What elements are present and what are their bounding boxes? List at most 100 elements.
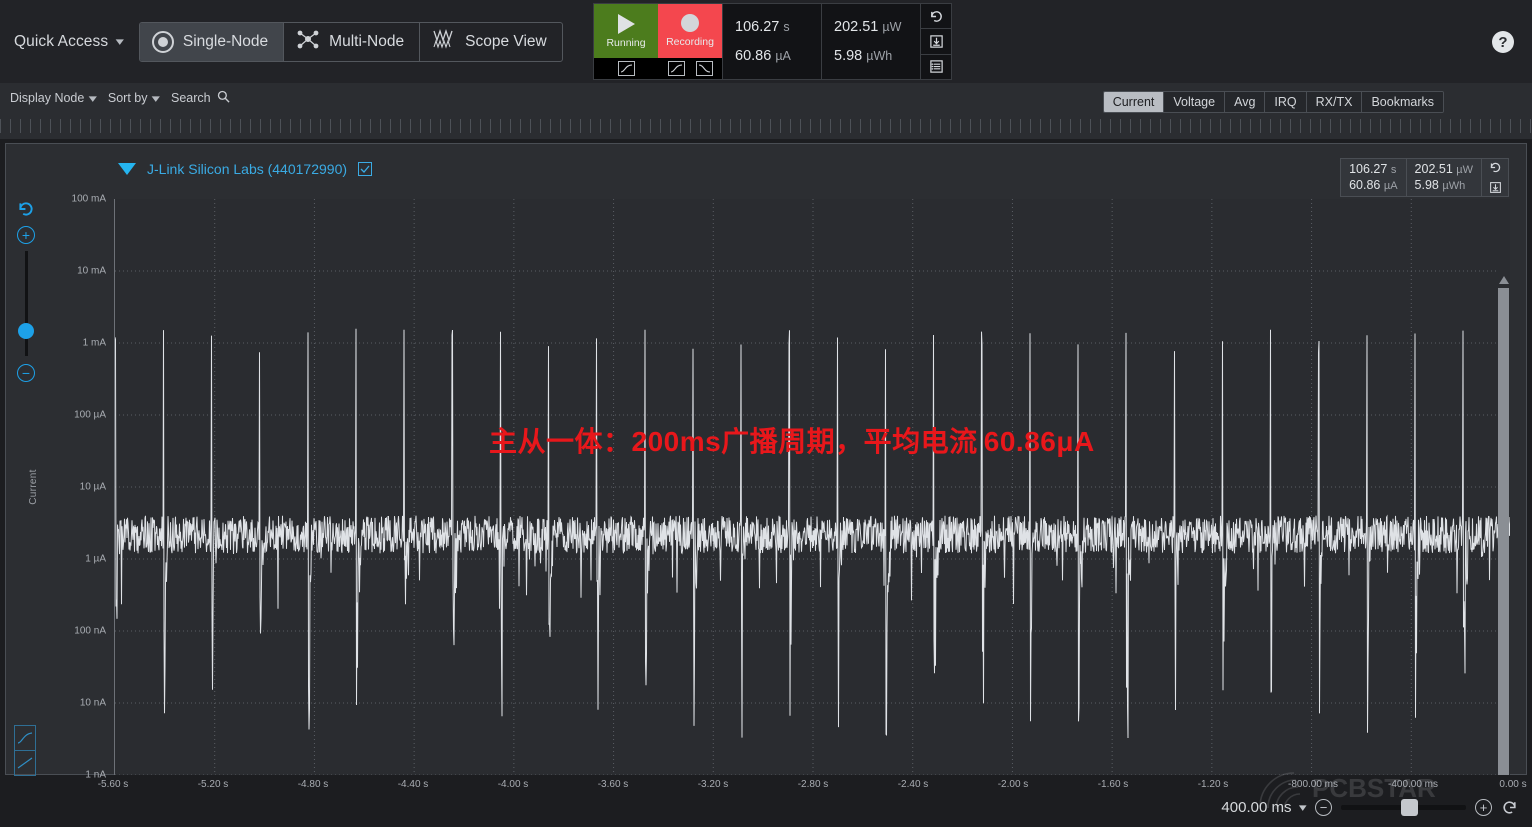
waveform-icon: [432, 28, 456, 55]
tab-rxtx[interactable]: RX/TX: [1307, 92, 1363, 112]
recording-label: Recording: [666, 36, 714, 48]
help-icon[interactable]: ?: [1492, 31, 1514, 53]
mini-power-metric: 202.51 µW: [1415, 162, 1473, 176]
search-control[interactable]: Search: [171, 90, 230, 106]
record-toggle-row: [658, 58, 722, 79]
y-axis-title: Current: [28, 469, 39, 504]
log-scale-icon[interactable]: [14, 725, 36, 751]
mode-multi-node[interactable]: Multi-Node: [284, 23, 420, 61]
node-select-checkbox[interactable]: [358, 162, 372, 176]
x-tick-label: 0.00 s: [1499, 779, 1526, 790]
play-icon: [618, 14, 635, 34]
reset-icon[interactable]: [921, 4, 951, 29]
mini-metric-col-time: 106.27 s 60.86 µA: [1341, 159, 1406, 196]
mode-single-node[interactable]: Single-Node: [140, 23, 284, 61]
record-column: Recording: [658, 4, 722, 79]
mode-scope-view-label: Scope View: [465, 33, 547, 51]
mini-current-metric: 60.86 µA: [1349, 178, 1397, 192]
timebase-zoom-out-button[interactable]: −: [1315, 799, 1332, 816]
mode-multi-node-label: Multi-Node: [329, 33, 404, 51]
quick-access-menu[interactable]: Quick Access ▾: [14, 33, 123, 51]
chevron-down-icon[interactable]: ▾: [1299, 801, 1307, 814]
running-button[interactable]: Running: [594, 4, 658, 58]
sort-by-dropdown[interactable]: Sort by ▾: [108, 91, 159, 105]
search-label: Search: [171, 91, 211, 105]
curve-toggle-1-icon[interactable]: [618, 61, 635, 76]
list-icon[interactable]: [921, 55, 951, 79]
curve-toggle-3-icon[interactable]: [696, 61, 713, 76]
x-tick-label: -5.60 s: [98, 779, 129, 790]
x-tick-label: -800.00 ms: [1288, 779, 1338, 790]
tab-irq[interactable]: IRQ: [1265, 92, 1306, 112]
mini-power-value: 202.51: [1415, 162, 1453, 176]
elapsed-time-metric: 106.27 s: [735, 19, 821, 35]
energy-metric: 5.98 µWh: [834, 48, 920, 64]
chart-mini-metrics: 106.27 s 60.86 µA 202.51 µW 5.98: [1340, 158, 1509, 197]
timebase-label: 400.00 ms: [1221, 799, 1291, 816]
mini-power-unit: µW: [1456, 164, 1473, 176]
curve-toggle-2-icon[interactable]: [668, 61, 685, 76]
y-zoom-slider-knob[interactable]: [18, 323, 34, 339]
tab-bookmarks[interactable]: Bookmarks: [1362, 92, 1443, 112]
node-title-group: J-Link Silicon Labs (440172990): [118, 161, 372, 177]
running-label: Running: [606, 37, 645, 49]
avg-power-value: 202.51: [834, 19, 878, 35]
status-cluster: Running Recording: [593, 3, 952, 80]
avg-current-metric: 60.86 µA: [735, 48, 821, 64]
mini-energy-metric: 5.98 µWh: [1415, 178, 1473, 192]
recording-button[interactable]: Recording: [658, 4, 722, 58]
y-scale-mode-group: [14, 725, 36, 775]
mini-current-value: 60.86: [1349, 178, 1380, 192]
mini-energy-value: 5.98: [1415, 178, 1439, 192]
x-tick-label: -2.80 s: [798, 779, 829, 790]
y-zoom-out-button[interactable]: −: [17, 364, 35, 382]
search-icon: [217, 90, 230, 106]
mini-energy-unit: µWh: [1442, 180, 1465, 192]
display-node-dropdown[interactable]: Display Node ▾: [10, 91, 96, 105]
mini-current-unit: µA: [1384, 180, 1398, 192]
timebase-zoom-in-button[interactable]: +: [1475, 799, 1492, 816]
scroll-up-arrow-icon[interactable]: [1499, 276, 1509, 284]
tab-avg[interactable]: Avg: [1225, 92, 1265, 112]
chart-panel: J-Link Silicon Labs (440172990) 106.27 s…: [5, 143, 1527, 775]
x-tick-label: -1.60 s: [1098, 779, 1129, 790]
reset-icon[interactable]: [1482, 159, 1508, 177]
x-tick-label: -2.00 s: [998, 779, 1029, 790]
timebase-reset-icon[interactable]: [1501, 799, 1518, 816]
x-tick-label: -3.20 s: [698, 779, 729, 790]
timeline-ruler[interactable]: [0, 113, 1532, 139]
mini-elapsed-value: 106.27: [1349, 162, 1387, 176]
collapse-triangle-icon[interactable]: [118, 163, 136, 175]
vertical-zoom-controls: + −: [13, 200, 39, 382]
mini-elapsed-metric: 106.27 s: [1349, 162, 1397, 176]
current-trace-svg: [115, 199, 1510, 775]
mini-metric-icons: [1482, 159, 1508, 196]
plot-vertical-scrollbar[interactable]: [1498, 256, 1509, 775]
tab-current[interactable]: Current: [1104, 92, 1165, 112]
elapsed-time-unit: s: [783, 20, 789, 34]
avg-power-unit: µW: [882, 20, 901, 34]
plot-area[interactable]: [114, 199, 1510, 775]
x-tick-label: -4.80 s: [298, 779, 329, 790]
run-column: Running: [594, 4, 658, 79]
y-reset-icon[interactable]: [13, 200, 39, 218]
y-tick-label: 10 µA: [80, 482, 106, 493]
scrollbar-thumb[interactable]: [1498, 288, 1509, 775]
y-tick-label: 10 mA: [77, 266, 106, 277]
y-zoom-in-button[interactable]: +: [17, 226, 35, 244]
cluster-icon-column: [920, 4, 951, 79]
avg-current-unit: µA: [775, 49, 791, 63]
timebase-slider-knob[interactable]: [1401, 799, 1418, 816]
download-icon[interactable]: [1482, 179, 1508, 197]
tab-voltage[interactable]: Voltage: [1164, 92, 1225, 112]
mode-scope-view[interactable]: Scope View: [420, 23, 562, 61]
x-tick-label: -5.20 s: [198, 779, 229, 790]
avg-power-metric: 202.51 µW: [834, 19, 920, 35]
download-icon[interactable]: [921, 29, 951, 54]
timebase-slider-track[interactable]: [1341, 805, 1466, 810]
y-zoom-slider-track[interactable]: [25, 251, 28, 356]
run-toggle-row: [594, 58, 658, 79]
linear-scale-icon[interactable]: [14, 750, 36, 776]
x-tick-label: -4.40 s: [398, 779, 429, 790]
app-root: Quick Access ▾ Single-Node: [0, 0, 1532, 827]
